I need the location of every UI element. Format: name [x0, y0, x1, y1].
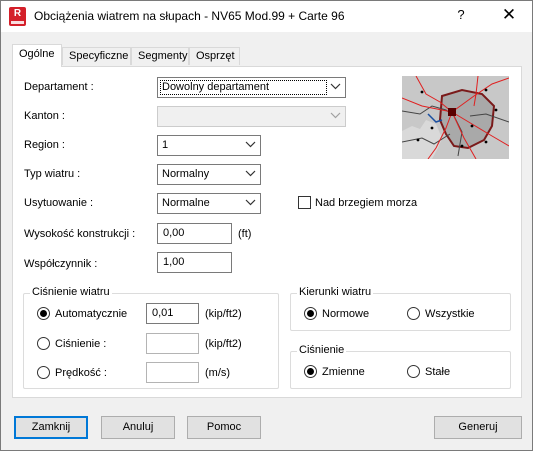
- cisnienie-group-title: Ciśnienie: [297, 344, 347, 356]
- wysokosc-unit: (ft): [238, 228, 252, 240]
- cisnienie-input[interactable]: [146, 333, 199, 354]
- predkosc-radio[interactable]: [37, 366, 50, 379]
- stale-label: Stałe: [425, 366, 451, 378]
- region-select[interactable]: 1: [157, 135, 261, 156]
- dialog-window: R Obciążenia wiatrem na słupach - NV65 M…: [0, 0, 533, 451]
- stale-radio[interactable]: [407, 365, 420, 378]
- typ-wiatru-select[interactable]: Normalny: [157, 164, 261, 185]
- wszystkie-radio[interactable]: [407, 307, 420, 320]
- tab-ogolne[interactable]: Ogólne: [12, 44, 62, 67]
- wszystkie-label: Wszystkie: [425, 308, 475, 320]
- typ-wiatru-value: Normalny: [162, 168, 210, 180]
- zmienne-label: Zmienne: [322, 366, 365, 378]
- automatycznie-unit: (kip/ft2): [205, 308, 242, 320]
- close-icon[interactable]: ✕: [498, 4, 520, 26]
- kierunki-wiatru-title: Kierunki wiatru: [297, 286, 374, 298]
- chevron-down-icon: [330, 112, 341, 119]
- tab-specyficzne[interactable]: Specyficzne: [62, 47, 131, 65]
- cisnienie-unit: (kip/ft2): [205, 338, 242, 350]
- usytuowanie-label: Usytuowanie :: [24, 197, 94, 209]
- departament-label: Departament :: [24, 81, 94, 93]
- help-icon[interactable]: ?: [453, 7, 469, 25]
- zamknij-button[interactable]: Zamknij: [14, 416, 88, 439]
- region-label: Region :: [24, 139, 65, 151]
- automatycznie-label: Automatycznie: [55, 308, 128, 320]
- predkosc-unit: (m/s): [205, 367, 231, 379]
- kanton-label: Kanton :: [24, 110, 65, 122]
- predkosc-label: Prędkość :: [55, 367, 107, 379]
- region-value: 1: [162, 139, 169, 151]
- region-map: [402, 76, 509, 159]
- wysokosc-label: Wysokość konstrukcji :: [24, 228, 136, 240]
- generuj-button[interactable]: Generuj: [434, 416, 522, 439]
- app-icon-letter: R: [13, 8, 22, 19]
- normowe-radio[interactable]: [304, 307, 317, 320]
- wspolczynnik-label: Współczynnik :: [24, 258, 98, 270]
- pomoc-button[interactable]: Pomoc: [187, 416, 261, 439]
- usytuowanie-select[interactable]: Normalne: [157, 193, 261, 214]
- anuluj-button[interactable]: Anuluj: [101, 416, 175, 439]
- chevron-down-icon: [245, 141, 256, 148]
- window-title: Obciążenia wiatrem na słupach - NV65 Mod…: [34, 9, 345, 23]
- usytuowanie-value: Normalne: [162, 197, 210, 209]
- chevron-down-icon: [330, 83, 341, 90]
- automatycznie-radio[interactable]: [37, 307, 50, 320]
- kanton-select[interactable]: [157, 106, 346, 127]
- map-graphic: [402, 76, 509, 159]
- nad-brzegiem-checkbox[interactable]: [298, 196, 311, 209]
- wspolczynnik-input[interactable]: 1,00: [157, 252, 232, 273]
- chevron-down-icon: [245, 199, 256, 206]
- tab-segmenty[interactable]: Segmenty: [131, 47, 189, 65]
- zmienne-radio[interactable]: [304, 365, 317, 378]
- cisnienie-wiatru-title: Ciśnienie wiatru: [30, 286, 112, 298]
- cisnienie-option-label: Ciśnienie :: [55, 338, 107, 350]
- title-bar[interactable]: R Obciążenia wiatrem na słupach - NV65 M…: [1, 1, 532, 32]
- departament-select[interactable]: Dowolny departament: [157, 77, 346, 98]
- departament-value: Dowolny departament: [162, 81, 270, 93]
- typ-wiatru-label: Typ wiatru :: [24, 168, 81, 180]
- predkosc-input[interactable]: [146, 362, 199, 383]
- normowe-label: Normowe: [322, 308, 370, 320]
- tab-osprzet[interactable]: Osprzęt: [189, 47, 240, 65]
- automatycznie-value: 0,01: [146, 303, 199, 324]
- cisnienie-radio[interactable]: [37, 337, 50, 350]
- app-icon: R: [9, 7, 26, 26]
- wysokosc-input[interactable]: 0,00: [157, 223, 232, 244]
- chevron-down-icon: [245, 170, 256, 177]
- nad-brzegiem-label: Nad brzegiem morza: [315, 197, 418, 209]
